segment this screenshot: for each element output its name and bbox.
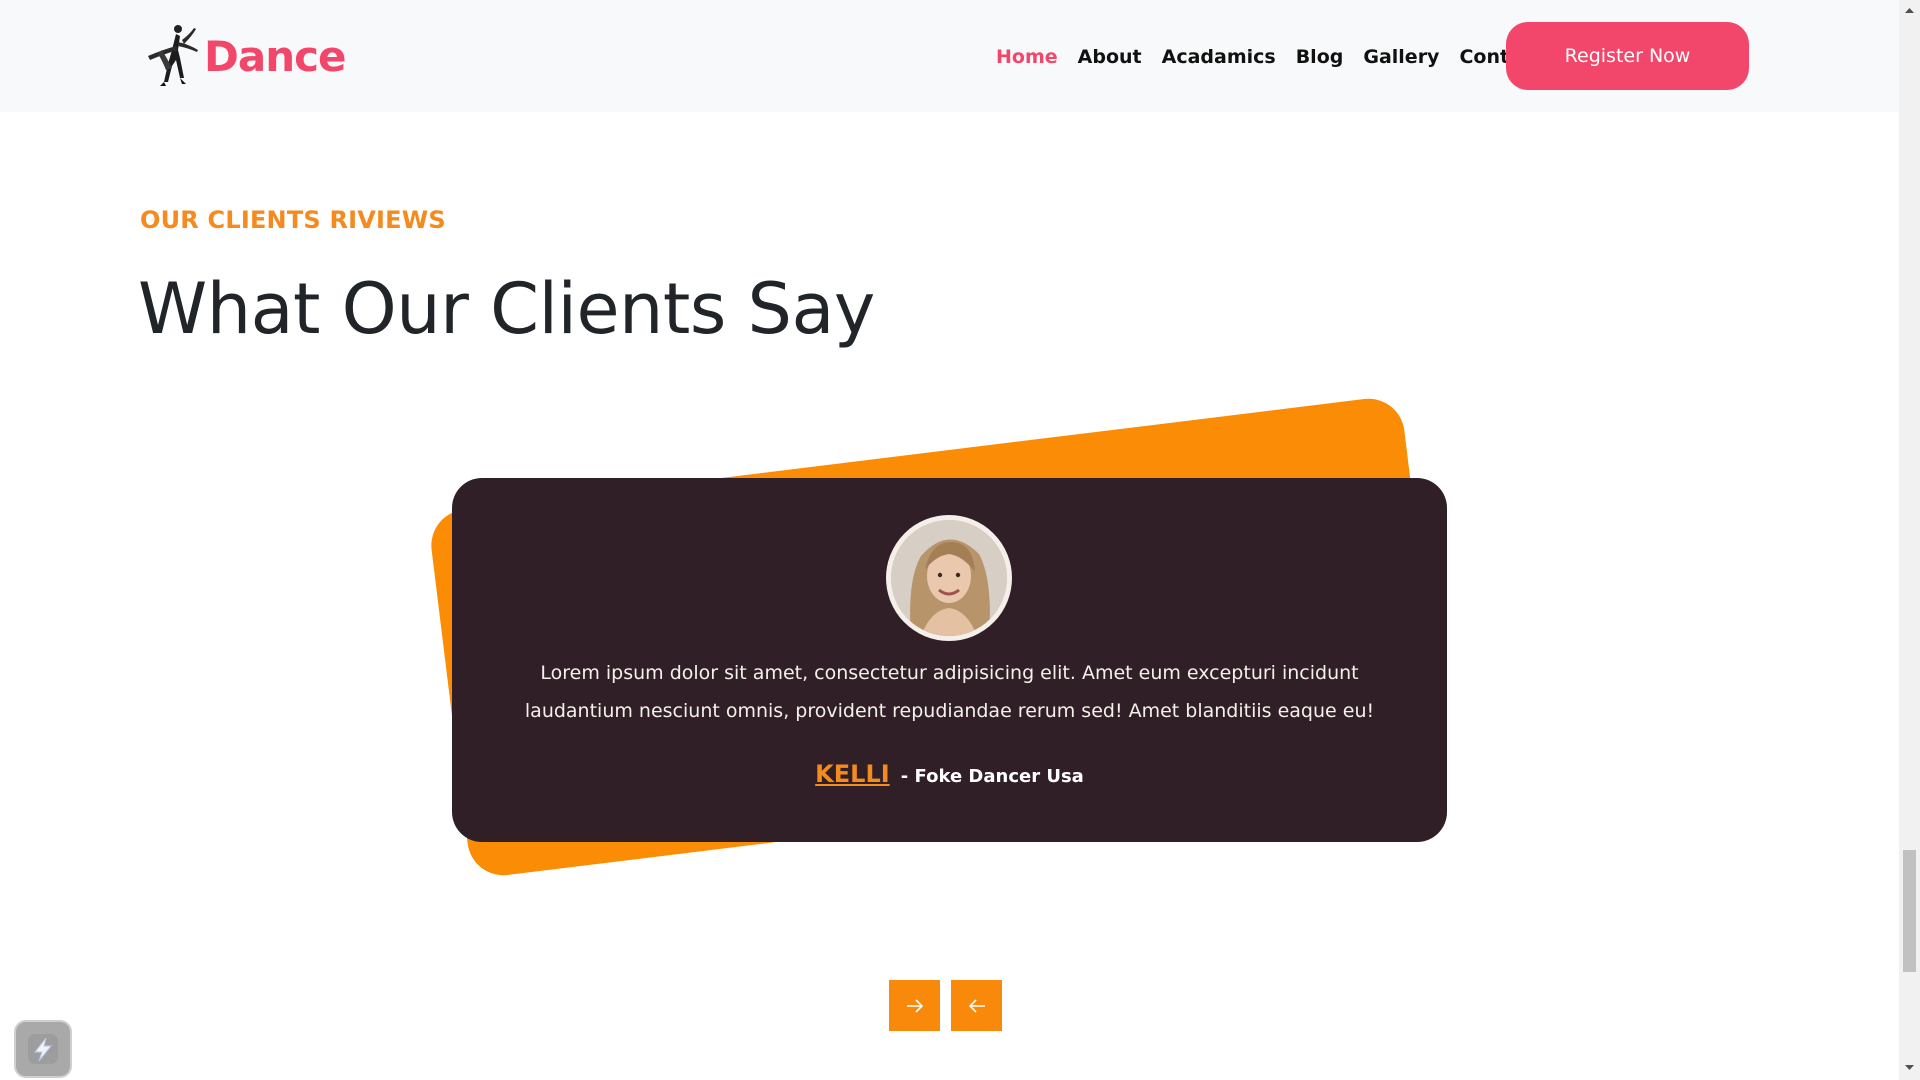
client-role: - Foke Dancer Usa [900, 766, 1084, 787]
logo[interactable]: Dance [142, 20, 346, 92]
testimonial-card: Lorem ipsum dolor sit amet, consectetur … [452, 478, 1447, 842]
section-eyebrow: OUR CLIENTS RIVIEWS [140, 206, 446, 234]
arrow-left-icon [968, 998, 985, 1013]
navbar: Dance Home About Acadamics Blog Gallery … [0, 0, 1899, 112]
slider-next-button[interactable] [889, 980, 940, 1031]
client-avatar [886, 515, 1012, 641]
scroll-thumb[interactable] [1903, 850, 1916, 972]
floating-helper-widget[interactable] [14, 1020, 72, 1078]
register-now-button[interactable]: Register Now [1506, 22, 1749, 90]
brand-name: Dance [204, 31, 346, 81]
nav-about[interactable]: About [1068, 38, 1152, 76]
main-nav: Home About Acadamics Blog Gallery Contac… [986, 38, 1552, 76]
lightning-icon [28, 1034, 58, 1064]
section-title: What Our Clients Say [138, 268, 875, 350]
slider-prev-button[interactable] [951, 980, 1002, 1031]
testimonial-quote: Lorem ipsum dolor sit amet, consectetur … [524, 662, 1375, 722]
scroll-up-icon[interactable] [1899, 4, 1920, 16]
arrow-right-icon [906, 998, 923, 1013]
nav-blog[interactable]: Blog [1286, 38, 1354, 76]
scroll-down-icon[interactable] [1899, 1062, 1920, 1074]
client-name-link[interactable]: KELLI [815, 760, 890, 788]
page-scrollbar[interactable] [1899, 0, 1920, 1080]
nav-acadamics[interactable]: Acadamics [1152, 38, 1286, 76]
client-photo-icon [891, 520, 1007, 636]
nav-gallery[interactable]: Gallery [1353, 38, 1449, 76]
nav-home[interactable]: Home [986, 38, 1068, 76]
dancer-logo-icon [148, 25, 198, 86]
testimonial-attribution: KELLI - Foke Dancer Usa [452, 760, 1447, 788]
